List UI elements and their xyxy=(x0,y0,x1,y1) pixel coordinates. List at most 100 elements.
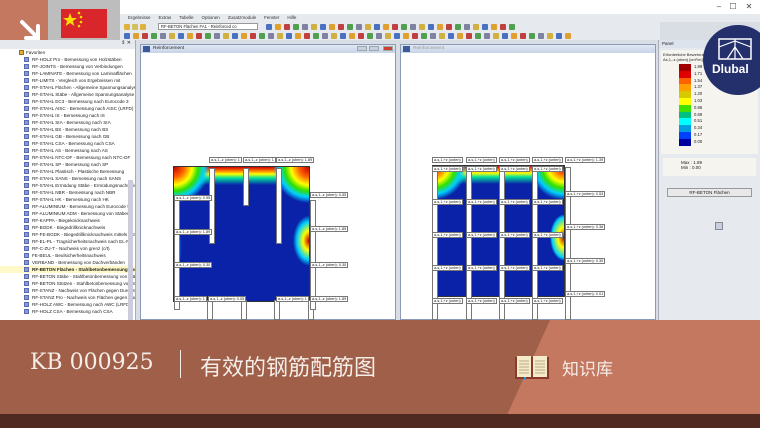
toolbar-icon[interactable] xyxy=(275,23,281,30)
toolbar-icon[interactable] xyxy=(455,23,461,30)
toolbar-icon[interactable] xyxy=(241,32,247,39)
toolbar-icon[interactable] xyxy=(329,23,335,30)
toolbar-icon[interactable] xyxy=(331,32,337,39)
toolbar-icon[interactable] xyxy=(295,32,301,39)
tree-item[interactable]: RF-HOLZ CSA - Bemessung nach CSA xyxy=(0,308,135,315)
toolbar-icon[interactable] xyxy=(509,23,515,30)
toolbar-icon[interactable] xyxy=(437,23,443,30)
toolbar-icon[interactable] xyxy=(151,32,157,39)
toolbar-icon[interactable] xyxy=(142,32,148,39)
toolbar-icon[interactable] xyxy=(475,32,481,39)
menu-item[interactable]: Ergebnisse xyxy=(128,14,151,22)
toolbar-icon[interactable] xyxy=(367,32,373,39)
toolbar-icon[interactable] xyxy=(446,23,452,30)
toolbar-icon[interactable] xyxy=(383,23,389,30)
toolbar-icon[interactable] xyxy=(412,32,418,39)
menu-item[interactable]: Zusatzmodule xyxy=(228,14,256,22)
toolbar-icon[interactable] xyxy=(356,23,362,30)
toolbar-icon[interactable] xyxy=(502,32,508,39)
tree-item[interactable]: RF-HOLZ Pro - Bemessung von Holzstäben xyxy=(0,56,135,63)
tree-item[interactable]: RF-STAHL Plastisch - Plastische Bemessun… xyxy=(0,168,135,175)
toolbar-icon[interactable] xyxy=(556,32,562,39)
toolbar-icon[interactable] xyxy=(448,32,454,39)
toolbar-icon[interactable] xyxy=(547,32,553,39)
tree-item[interactable]: RF-EL-PL - Tragsicherheitsnachweis nach … xyxy=(0,238,135,245)
toolbar-icon[interactable] xyxy=(464,23,470,30)
toolbar-icon[interactable] xyxy=(313,32,319,39)
tree-item[interactable]: RF-ALUMINIUM - Bemessung nach Eurocode 9 xyxy=(0,203,135,210)
toolbar-icon[interactable] xyxy=(223,32,229,39)
toolbar-icon[interactable] xyxy=(466,32,472,39)
toolbar-icon[interactable] xyxy=(403,32,409,39)
tree-item[interactable]: RF-STAHL SP - Bemessung nach SP xyxy=(0,161,135,168)
toolbar-icon[interactable] xyxy=(266,23,272,30)
toolbar-icon[interactable] xyxy=(284,23,290,30)
module-select[interactable]: RF-BETON Flächen FA1 - Reinforced co xyxy=(158,23,258,30)
toolbar-icon[interactable] xyxy=(132,23,138,30)
toolbar-icon[interactable] xyxy=(410,23,416,30)
window-close[interactable] xyxy=(383,46,393,51)
toolbar-icon[interactable] xyxy=(250,32,256,39)
toolbar-icon[interactable] xyxy=(322,32,328,39)
tree-item[interactable]: RF-STAHL HK - Bemessung nach HK xyxy=(0,196,135,203)
tree-item[interactable]: RF-KAPPA - Biegeknicknachweis xyxy=(0,217,135,224)
toolbar-icon[interactable] xyxy=(365,23,371,30)
toolbar-icon[interactable] xyxy=(347,23,353,30)
toolbar-icon[interactable] xyxy=(419,23,425,30)
toolbar-icon[interactable] xyxy=(187,32,193,39)
tree-item[interactable]: VERBAND - Bemessung von Dachverbänden xyxy=(0,259,135,266)
close-button[interactable]: ✕ xyxy=(742,2,756,11)
tree-item[interactable]: RF-STAHL AISC - Bemessung nach AISC (LRF… xyxy=(0,105,135,112)
toolbar-icon[interactable] xyxy=(473,23,479,30)
toolbar-icon[interactable] xyxy=(428,23,434,30)
toolbar-icon[interactable] xyxy=(565,32,571,39)
navigator-pin-close[interactable]: ⇕ ✕ xyxy=(0,40,135,49)
tree-item[interactable]: RF-HOLZ AWC - Bemessung nach AWC (LRFD) xyxy=(0,301,135,308)
toolbar-icon[interactable] xyxy=(500,23,506,30)
tree-item[interactable]: RF-STANZ - Nachweis von Flächen gegen Du… xyxy=(0,287,135,294)
toolbar-icon[interactable] xyxy=(302,23,308,30)
toolbar-icon[interactable] xyxy=(401,23,407,30)
window-maximize[interactable] xyxy=(369,46,379,51)
tree-item[interactable]: RF-BETON Stützen - Stahlbetonbemessung v… xyxy=(0,280,135,287)
toolbar-icon[interactable] xyxy=(421,32,427,39)
toolbar-icon[interactable] xyxy=(160,32,166,39)
toolbar-icon[interactable] xyxy=(457,32,463,39)
navigator-scrollbar[interactable] xyxy=(128,180,133,320)
toolbar-icon[interactable] xyxy=(340,32,346,39)
toolbar-icon[interactable] xyxy=(320,23,326,30)
toolbar-icon[interactable] xyxy=(277,32,283,39)
menu-item[interactable]: Fenster xyxy=(264,14,279,22)
tree-item[interactable]: RF-STAHL AS - Bemessung nach AS xyxy=(0,147,135,154)
toolbar-icon[interactable] xyxy=(376,32,382,39)
toolbar-icon[interactable] xyxy=(140,23,146,30)
tree-item[interactable]: RF-STAHL SANS - Bemessung nach SANS xyxy=(0,175,135,182)
rf-beton-button[interactable]: RF-BETON Flächen xyxy=(667,188,752,197)
toolbar-icon[interactable] xyxy=(538,32,544,39)
tree-item[interactable]: RF-STAHL Stäbe - Allgemeine Spannungsana… xyxy=(0,91,135,98)
tree-item[interactable]: RF-STAHL SIA - Bemessung nach SIA xyxy=(0,119,135,126)
maximize-button[interactable]: ☐ xyxy=(726,2,740,11)
toolbar-icon[interactable] xyxy=(385,32,391,39)
toolbar-icon[interactable] xyxy=(196,32,202,39)
toolbar-icon[interactable] xyxy=(124,32,130,39)
tree-item[interactable]: RF-STAHL GB - Bemessung nach GB xyxy=(0,133,135,140)
toolbar-icon[interactable] xyxy=(392,23,398,30)
toolbar-icon[interactable] xyxy=(482,23,488,30)
tree-item[interactable]: RF-STAHL NTC-DF - Bemessung nach NTC-DF xyxy=(0,154,135,161)
tree-item[interactable]: RF-BETON Flächen - Stahlbetonbemessung v… xyxy=(0,266,135,273)
tree-item[interactable]: RF-C-ZU-T - Nachweis von grenz (c/t) xyxy=(0,245,135,252)
menu-item[interactable]: Tabelle xyxy=(179,14,193,22)
zoom-icon[interactable] xyxy=(715,222,723,230)
tree-item[interactable]: RF-STAHL NBR - Bemessung nach NBR xyxy=(0,189,135,196)
toolbar-icon[interactable] xyxy=(259,32,265,39)
tree-item[interactable]: RF-STAHL IS - Bemessung nach IS xyxy=(0,112,135,119)
toolbar-icon[interactable] xyxy=(520,32,526,39)
toolbar-icon[interactable] xyxy=(430,32,436,39)
tree-item[interactable]: RF-STAHL Flächen - Allgemeine Spannungsa… xyxy=(0,84,135,91)
toolbar-icon[interactable] xyxy=(178,32,184,39)
toolbar-icon[interactable] xyxy=(439,32,445,39)
minimize-button[interactable]: – xyxy=(712,2,726,11)
tree-item[interactable]: RF-STANZ Pro - Nachweis von Flächen gege… xyxy=(0,294,135,301)
tree-item[interactable]: RF-JOINTS - Bemessung von Verbindungen xyxy=(0,63,135,70)
